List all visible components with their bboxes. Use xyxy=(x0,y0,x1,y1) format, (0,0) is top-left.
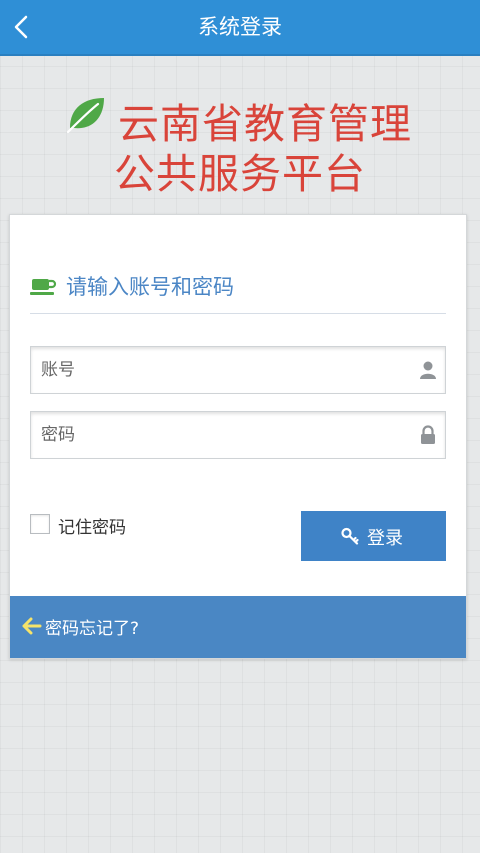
login-button[interactable]: 登录 xyxy=(301,511,446,561)
account-input[interactable] xyxy=(31,347,411,393)
login-button-label: 登录 xyxy=(367,528,403,549)
login-card-heading: 请输入账号和密码 xyxy=(30,269,446,314)
brand-title-line2: 公共服务平台 xyxy=(114,150,366,198)
password-field[interactable] xyxy=(30,411,446,459)
password-input[interactable] xyxy=(31,412,411,458)
top-bar: 系统登录 xyxy=(0,0,480,56)
leaf-icon xyxy=(66,98,104,134)
key-icon xyxy=(341,527,359,545)
account-field[interactable] xyxy=(30,346,446,394)
page-title: 系统登录 xyxy=(198,15,282,39)
back-button[interactable] xyxy=(8,10,38,44)
user-icon xyxy=(420,361,436,379)
remember-label: 记住密码 xyxy=(58,518,126,538)
login-heading-text: 请输入账号和密码 xyxy=(66,275,234,299)
brand-logo: 云南省教育管理 公共服务平台 xyxy=(64,90,444,198)
login-card: 请输入账号和密码 记住密码 登录 密码忘记了? xyxy=(9,214,467,659)
arrow-left-icon xyxy=(22,617,42,635)
remember-checkbox[interactable] xyxy=(30,514,50,534)
cup-icon xyxy=(30,279,57,295)
forgot-password-bar: 密码忘记了? xyxy=(10,596,466,658)
lock-icon xyxy=(421,425,435,444)
forgot-password-text: 密码忘记了? xyxy=(45,619,140,639)
footer-graphic xyxy=(268,840,448,853)
chevron-left-icon xyxy=(14,15,28,39)
